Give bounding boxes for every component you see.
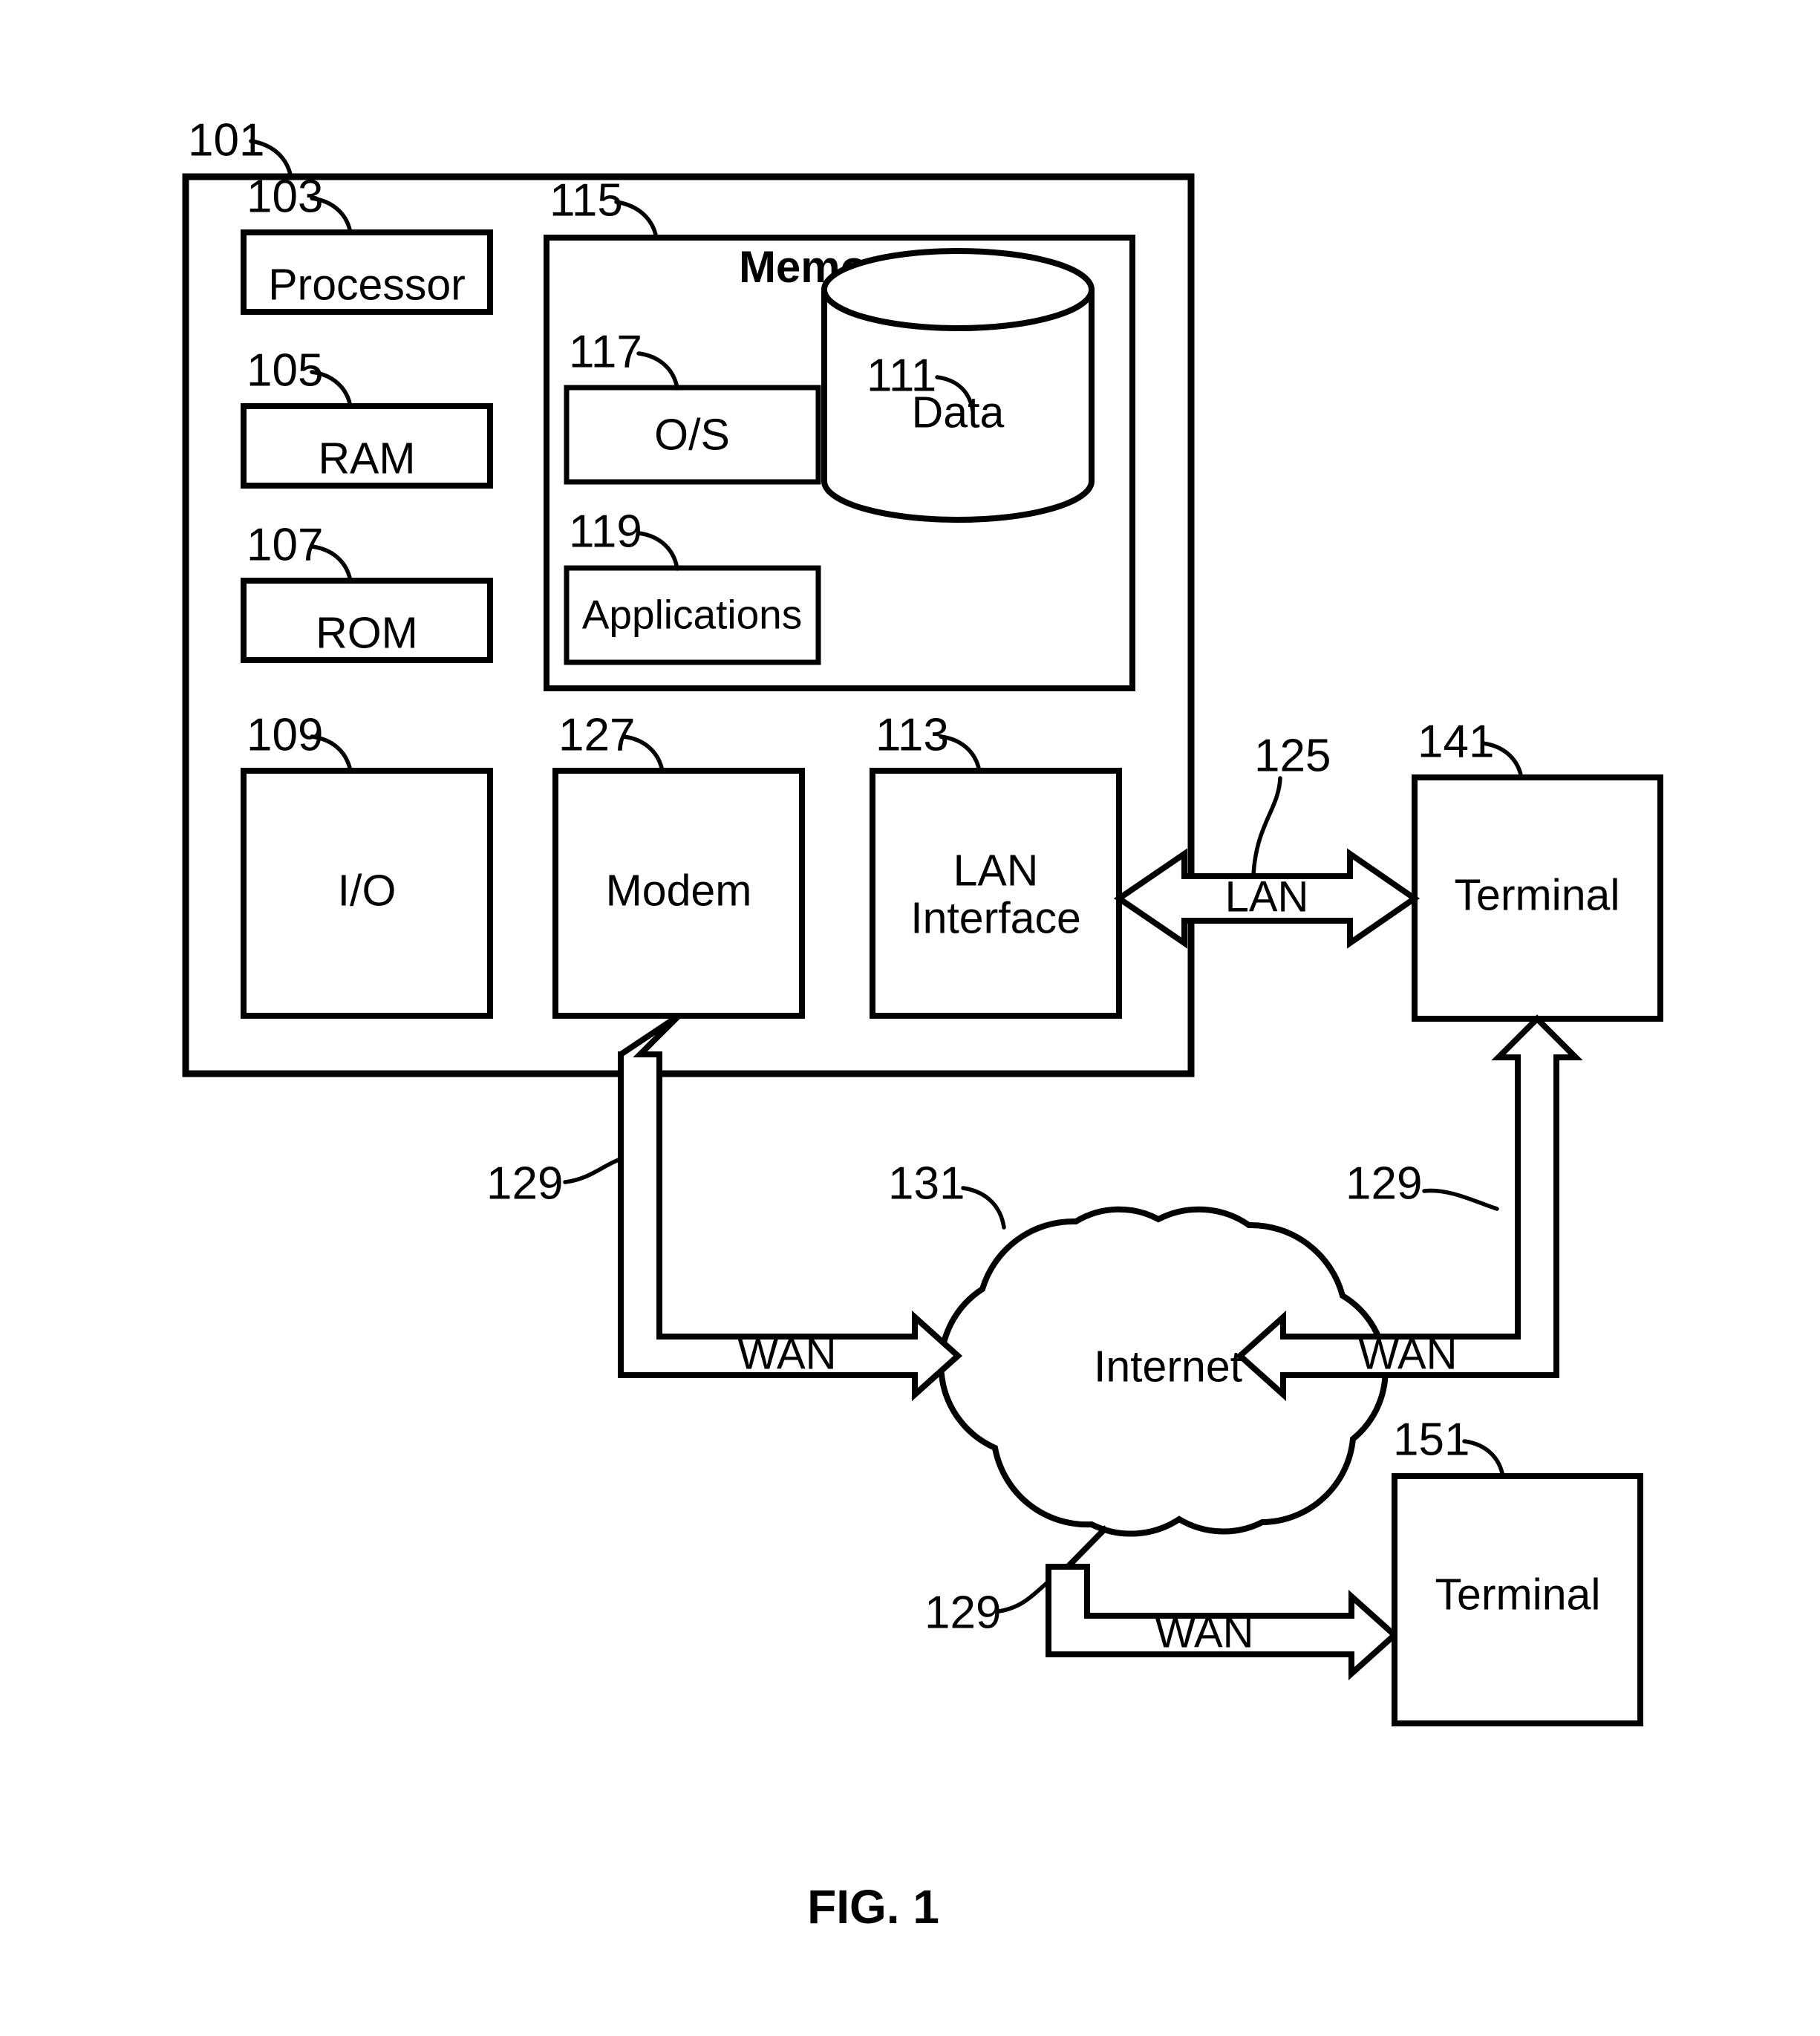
leader-line-131 — [961, 1186, 1006, 1230]
internet-label: Internet — [1094, 1342, 1242, 1391]
leader-line-125 — [1251, 776, 1282, 877]
terminal-151-label: Terminal — [1435, 1570, 1601, 1619]
ref-129-terminal-151: 129 — [924, 1587, 1001, 1638]
wan-label-terminal-151: WAN — [1155, 1608, 1253, 1657]
modem-label: Modem — [606, 867, 752, 916]
leader-line-151 — [1462, 1439, 1505, 1479]
leader-line-129-modem — [563, 1157, 623, 1184]
ref-111: 111 — [867, 350, 936, 401]
rom-label: ROM — [316, 609, 418, 658]
io-label: I/O — [338, 867, 397, 916]
figure-caption: FIG. 1 — [807, 1880, 939, 1934]
ref-131: 131 — [888, 1158, 965, 1209]
wan-label-terminal-141: WAN — [1358, 1330, 1457, 1378]
ref-105: 105 — [247, 345, 323, 396]
terminal-141-label: Terminal — [1455, 871, 1620, 920]
ref-115: 115 — [549, 174, 623, 226]
ref-151: 151 — [1393, 1414, 1470, 1465]
wan-label-modem: WAN — [737, 1330, 836, 1378]
lan-link-label: LAN — [1225, 872, 1309, 921]
patent-figure: 101 Processor 103 RAM 105 ROM 107 Memory… — [0, 0, 1820, 2036]
ref-129-terminal-141: 129 — [1346, 1158, 1422, 1209]
ram-label: RAM — [318, 434, 415, 483]
ref-141: 141 — [1418, 716, 1494, 767]
ref-113: 113 — [875, 709, 949, 760]
lan-interface-label-line2: Interface — [910, 894, 1081, 943]
applications-label: Applications — [582, 592, 803, 638]
ref-129-modem: 129 — [486, 1158, 563, 1209]
leader-line-129-terminal-141 — [1422, 1188, 1499, 1211]
ref-119: 119 — [569, 506, 642, 557]
processor-label: Processor — [268, 261, 466, 310]
ref-109: 109 — [247, 709, 323, 760]
os-label: O/S — [654, 411, 730, 460]
ref-125: 125 — [1254, 730, 1331, 781]
lan-interface-label-line1: LAN — [953, 846, 1039, 895]
ref-103: 103 — [247, 171, 323, 222]
ref-127: 127 — [558, 709, 635, 760]
ref-101: 101 — [188, 114, 264, 166]
ref-117: 117 — [569, 326, 642, 377]
leader-line-129-terminal-151 — [997, 1579, 1051, 1614]
ref-107: 107 — [247, 519, 323, 570]
